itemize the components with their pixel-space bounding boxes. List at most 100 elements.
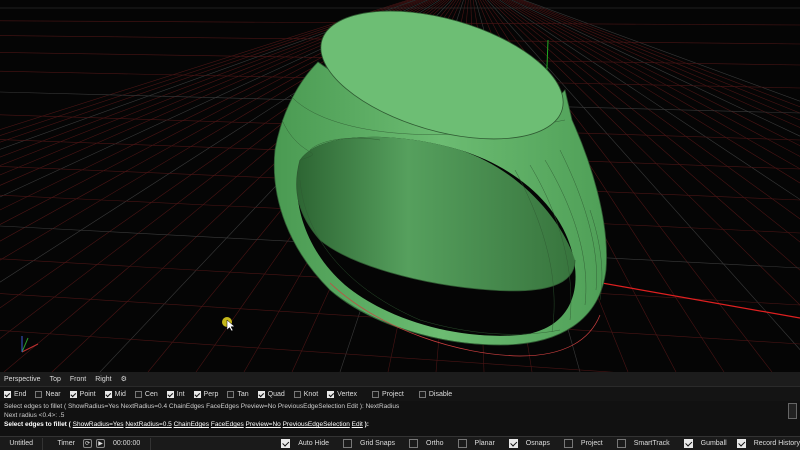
toggle-checkbox[interactable] (457, 439, 467, 448)
viewport-tabs: Perspective Top Front Right ⚙ (0, 372, 800, 386)
toggle-checkbox[interactable] (409, 439, 419, 448)
osnap-label: Near (45, 390, 61, 398)
osnap-mid[interactable]: Mid (104, 390, 126, 398)
osnap-checkbox[interactable] (166, 390, 174, 398)
osnap-tan[interactable]: Tan (227, 390, 249, 398)
timer-label: Timer (57, 440, 75, 447)
osnap-label: Mid (114, 390, 126, 398)
toggle-label: Osnaps (525, 440, 550, 447)
tab-perspective[interactable]: Perspective (4, 376, 41, 383)
toggle-checkbox[interactable] (736, 439, 746, 448)
command-option[interactable]: ChainEdges (174, 421, 209, 428)
osnap-checkbox[interactable] (69, 390, 77, 398)
status-bar: Untitled Timer ⟳ ▶ 00:00:00 Auto Hide Gri… (0, 436, 800, 450)
toggle-label: Grid Snaps (360, 440, 396, 447)
perspective-viewport[interactable] (0, 0, 800, 372)
osnap-label: Perp (203, 390, 219, 398)
osnap-checkbox[interactable] (4, 390, 11, 398)
osnap-label: Vertex (337, 390, 358, 398)
osnap-label: Disable (428, 390, 453, 398)
osnap-knot[interactable]: Knot (293, 390, 319, 398)
osnap-label: Cen (144, 390, 158, 398)
osnap-checkbox[interactable] (193, 390, 201, 398)
osnap-end[interactable]: End (4, 390, 27, 398)
tab-front[interactable]: Front (70, 376, 86, 383)
mouse-cursor-icon (222, 317, 236, 332)
toggle-label: Planar (474, 440, 495, 447)
osnap-quad[interactable]: Quad (257, 390, 285, 398)
toggle-gumball[interactable]: Gumball (683, 439, 727, 448)
toggle-auto-hide[interactable]: Auto Hide (281, 439, 329, 448)
toggle-ortho[interactable]: Ortho (409, 439, 444, 448)
timer-value: 00:00:00 (113, 440, 141, 447)
toggle-label: Ortho (426, 440, 444, 447)
command-option[interactable]: FaceEdges (211, 421, 244, 428)
command-history-line: Select edges to fillet ( ShowRadius=Yes … (4, 403, 400, 410)
toggle-checkbox[interactable] (683, 439, 693, 448)
viewport-tabs-gear-icon[interactable]: ⚙ (121, 375, 127, 383)
status-toggles: Auto Hide Grid Snaps Ortho Planar Osnaps Proj… (281, 439, 800, 448)
toggle-checkbox[interactable] (563, 439, 573, 448)
document-name: Untitled (0, 437, 44, 450)
osnap-label: End (14, 390, 27, 398)
toggle-smarttrack[interactable]: SmartTrack (616, 439, 670, 448)
osnap-checkbox[interactable] (35, 390, 43, 398)
toggle-label: Project (580, 440, 603, 447)
toggle-osnaps[interactable]: Osnaps (508, 439, 550, 448)
osnap-label: Point (79, 390, 96, 398)
viewport-scene (0, 0, 800, 372)
command-option[interactable]: NextRadius=0.5 (125, 421, 171, 428)
osnap-toolbar: End Near Point Mid Cen Int Perp Tan Quad Knot Vert… (0, 386, 800, 401)
osnap-cen[interactable]: Cen (134, 390, 158, 398)
osnap-checkbox[interactable] (327, 390, 335, 398)
toggle-grid-snaps[interactable]: Grid Snaps (343, 439, 395, 448)
toggle-label: SmartTrack (633, 440, 670, 447)
command-prompt[interactable]: Select edges to fillet ( ShowRadius=Yes … (4, 420, 796, 429)
toggle-label: Record History (753, 440, 800, 447)
timer-group: Timer ⟳ ▶ 00:00:00 (43, 437, 152, 450)
toggle-label: Auto Hide (298, 440, 329, 447)
reset-timer-icon[interactable]: ⟳ (83, 439, 92, 448)
osnap-near[interactable]: Near (35, 390, 61, 398)
osnap-checkbox[interactable] (134, 390, 142, 398)
command-option[interactable]: Edit (352, 421, 363, 428)
osnap-project[interactable]: Project (372, 390, 404, 398)
command-area[interactable]: Select edges to fillet ( ShowRadius=Yes … (0, 401, 800, 436)
osnap-int[interactable]: Int (166, 390, 185, 398)
osnap-label: Knot (303, 390, 319, 398)
osnap-checkbox[interactable] (372, 390, 380, 398)
prompt-tail: ): (364, 421, 369, 428)
toggle-record-history[interactable]: Record History (736, 439, 800, 448)
osnap-checkbox[interactable] (104, 390, 112, 398)
tab-top[interactable]: Top (50, 376, 61, 383)
toggle-checkbox[interactable] (281, 439, 291, 448)
toggle-checkbox[interactable] (508, 439, 518, 448)
osnap-checkbox[interactable] (227, 390, 235, 398)
toggle-checkbox[interactable] (616, 439, 626, 448)
command-option[interactable]: ShowRadius=Yes (73, 421, 124, 428)
toggle-project[interactable]: Project (563, 439, 603, 448)
command-option[interactable]: PreviousEdgeSelection (283, 421, 350, 428)
osnap-label: Tan (237, 390, 249, 398)
prompt-lead: Select edges to fillet ( (4, 421, 73, 428)
toggle-checkbox[interactable] (343, 439, 352, 448)
tab-right[interactable]: Right (95, 376, 111, 383)
osnap-label: Project (382, 390, 404, 398)
osnap-checkbox[interactable] (418, 390, 426, 398)
osnap-checkbox[interactable] (257, 390, 265, 398)
command-option[interactable]: Preview=No (246, 421, 281, 428)
osnap-point[interactable]: Point (69, 390, 96, 398)
command-history-line: Next radius <0.4>: .5 (4, 412, 65, 419)
world-axes-icon (21, 336, 39, 353)
osnap-checkbox[interactable] (293, 390, 301, 398)
ring-model (273, 10, 607, 357)
osnap-vertex[interactable]: Vertex (327, 390, 358, 398)
command-scroll-button[interactable] (788, 403, 797, 419)
osnap-disable[interactable]: Disable (418, 390, 453, 398)
toggle-planar[interactable]: Planar (457, 439, 495, 448)
play-timer-icon[interactable]: ▶ (96, 439, 105, 448)
osnap-perp[interactable]: Perp (193, 390, 219, 398)
osnap-label: Quad (267, 390, 285, 398)
toggle-label: Gumball (700, 440, 727, 447)
osnap-label: Int (176, 390, 185, 398)
